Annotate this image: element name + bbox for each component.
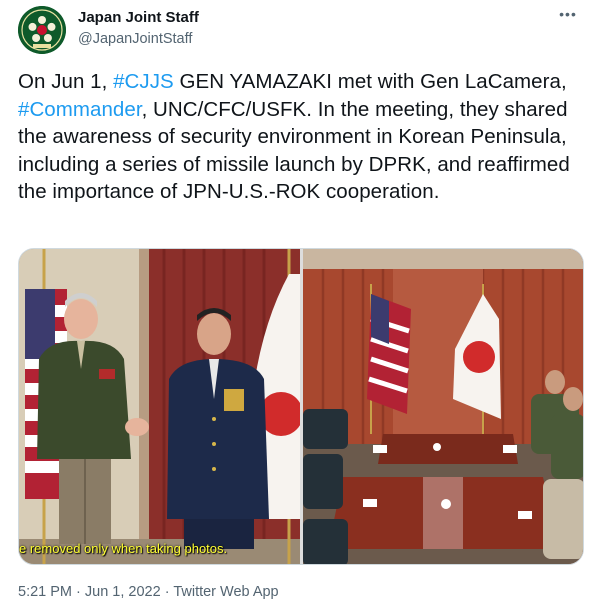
tweet-text: On Jun 1, #CJJS GEN YAMAZAKI met with Ge… [18,68,584,206]
tweet-text-part: GEN YAMAZAKI met with Gen LaCamera, [173,70,567,93]
hashtag-link[interactable]: #CJJS [113,70,174,93]
meta-separator: · [160,584,174,600]
tweet-source[interactable]: Twitter Web App [173,584,278,600]
tweet-date[interactable]: Jun 1, 2022 [85,584,161,600]
author-display-name[interactable]: Japan Joint Staff [78,9,199,27]
jsdf-emblem-icon [18,6,66,54]
media-grid: e removed only when taking photos. [18,248,584,565]
photo-meeting-room[interactable] [303,249,583,564]
tweet-time[interactable]: 5:21 PM [18,584,72,600]
photo-handshake[interactable]: e removed only when taking photos. [19,249,300,564]
photo-caption: e removed only when taking photos. [19,541,228,556]
author-handle[interactable]: @JapanJointStaff [78,29,199,49]
avatar[interactable] [18,6,66,54]
hashtag-link[interactable]: #Commander [18,98,142,121]
more-options-icon[interactable]: ••• [554,6,582,26]
tweet-header: Japan Joint Staff @JapanJointStaff ••• [18,6,584,54]
tweet-meta: 5:21 PM · Jun 1, 2022 · Twitter Web App [18,584,279,600]
meta-separator: · [72,584,85,600]
tweet-text-part: On Jun 1, [18,70,114,93]
